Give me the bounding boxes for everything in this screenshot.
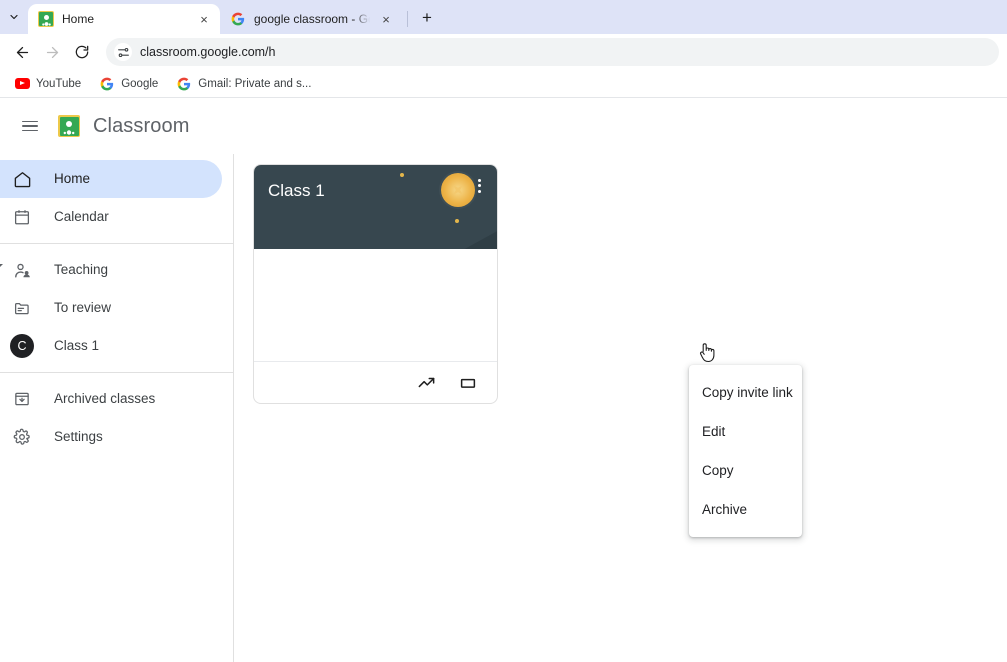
brand[interactable]: Classroom [58, 114, 189, 138]
decorative-dot-icon [400, 173, 404, 177]
class-context-menu: Copy invite link Edit Copy Archive [689, 365, 802, 537]
page-content: Classroom Home Calendar Teaching To revi… [0, 98, 1007, 662]
sidebar-item-label: Class 1 [54, 338, 100, 353]
menu-item-archive[interactable]: Archive [689, 490, 802, 529]
sidebar: Home Calendar Teaching To review C Class… [0, 154, 234, 662]
class-options-kebab-icon[interactable] [475, 179, 483, 193]
reload-button[interactable] [68, 38, 96, 66]
sidebar-item-label: Teaching [54, 262, 109, 277]
class-card-title[interactable]: Class 1 [268, 181, 325, 201]
menu-item-edit[interactable]: Edit [689, 412, 802, 451]
sidebar-item-settings[interactable]: Settings [0, 418, 222, 456]
classroom-favicon-icon [38, 11, 54, 27]
app-title: Classroom [93, 115, 190, 137]
tab-home[interactable]: Home × [28, 4, 220, 34]
google-icon [176, 76, 192, 92]
menu-item-copy-invite-link[interactable]: Copy invite link [689, 373, 802, 412]
sidebar-item-label: Settings [54, 429, 103, 444]
sidebar-item-archived-classes[interactable]: Archived classes [0, 380, 222, 418]
app-header: Classroom [0, 98, 1007, 154]
bookmark-gmail[interactable]: Gmail: Private and s... [168, 73, 319, 95]
sidebar-item-calendar[interactable]: Calendar [0, 198, 222, 236]
tab-divider [407, 11, 408, 27]
sidebar-item-label: Archived classes [54, 391, 156, 406]
sidebar-item-label: To review [54, 300, 112, 315]
bookmark-label: Gmail: Private and s... [198, 77, 312, 90]
forward-button[interactable] [38, 38, 66, 66]
sidebar-item-home[interactable]: Home [0, 160, 222, 198]
main-content: Class 1 Copy invite link Edit Copy Archi… [234, 154, 1007, 662]
close-icon[interactable]: × [196, 11, 212, 27]
archive-icon [10, 387, 34, 411]
tab-strip: Home × google classroom - Google Sea × + [0, 0, 1007, 34]
hamburger-icon[interactable] [10, 106, 50, 146]
tab-google-search[interactable]: google classroom - Google Sea × [220, 4, 402, 34]
sidebar-item-to-review[interactable]: To review [0, 289, 222, 327]
class-card[interactable]: Class 1 [253, 164, 498, 404]
calendar-icon [10, 205, 34, 229]
tab-title: google classroom - Google Sea [254, 12, 370, 26]
folder-icon[interactable] [457, 372, 479, 394]
home-icon [10, 167, 34, 191]
page-settings-icon[interactable] [114, 43, 132, 61]
youtube-icon [14, 76, 30, 92]
bookmark-google[interactable]: Google [91, 73, 166, 95]
body-row: Home Calendar Teaching To review C Class… [0, 154, 1007, 662]
menu-item-copy[interactable]: Copy [689, 451, 802, 490]
address-bar[interactable]: classroom.google.com/h [106, 38, 999, 66]
mouse-cursor-icon [698, 342, 716, 364]
chevron-down-icon[interactable] [0, 264, 3, 268]
new-tab-button[interactable]: + [413, 4, 441, 32]
url-text: classroom.google.com/h [140, 45, 276, 59]
class-card-body [254, 249, 497, 361]
trending-up-icon[interactable] [415, 372, 437, 394]
banner-wedge [461, 229, 497, 249]
bookmarks-bar: YouTube Google Gmail: Private and s... [0, 70, 1007, 98]
sidebar-item-class-1[interactable]: C Class 1 [0, 327, 222, 365]
class-card-banner: Class 1 [254, 165, 497, 249]
teaching-icon [10, 258, 34, 282]
browser-toolbar: classroom.google.com/h [0, 34, 1007, 70]
sidebar-divider [0, 372, 233, 373]
sidebar-item-label: Calendar [54, 209, 109, 224]
to-review-icon [10, 296, 34, 320]
class-card-actions [254, 361, 497, 403]
sidebar-item-teaching[interactable]: Teaching [0, 251, 222, 289]
google-favicon-icon [230, 11, 246, 27]
bookmark-youtube[interactable]: YouTube [6, 73, 89, 95]
sidebar-item-label: Home [54, 171, 91, 186]
sidebar-divider [0, 243, 233, 244]
sun-illustration-icon [441, 173, 475, 207]
tab-title: Home [62, 12, 95, 26]
back-button[interactable] [8, 38, 36, 66]
browser-window: Home × google classroom - Google Sea × + [0, 0, 1007, 662]
avatar: C [10, 334, 34, 358]
close-icon[interactable]: × [378, 11, 394, 27]
bookmark-label: Google [121, 77, 159, 90]
google-icon [99, 76, 115, 92]
bookmark-label: YouTube [36, 77, 82, 90]
decorative-dot-icon [455, 219, 459, 223]
classroom-logo-icon [58, 115, 80, 137]
gear-icon [10, 425, 34, 449]
tab-search-chevron-icon[interactable] [0, 0, 28, 34]
